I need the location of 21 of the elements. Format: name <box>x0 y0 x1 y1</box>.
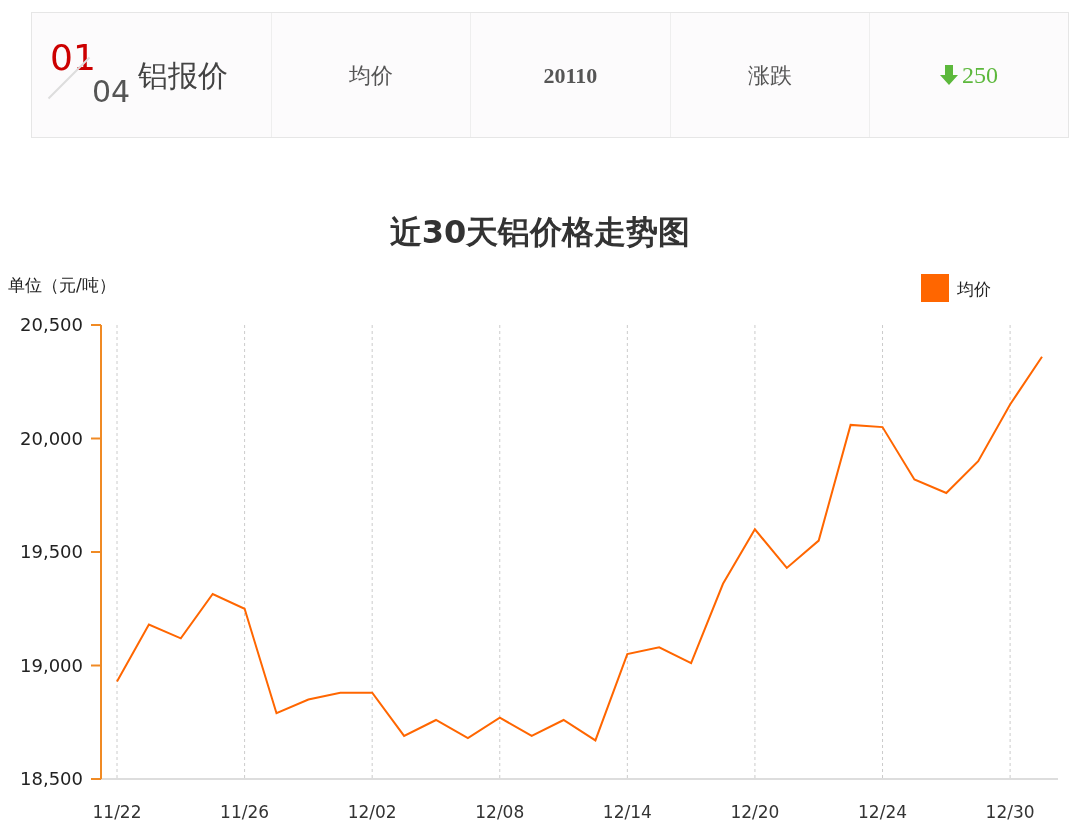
x-tick-label: 11/26 <box>220 802 270 822</box>
y-tick-label: 18,500 <box>20 768 83 789</box>
x-tick-label: 11/22 <box>92 802 142 822</box>
avg-value: 20110 <box>543 61 598 90</box>
axis-unit-label: 单位（元/吨） <box>8 275 116 295</box>
x-tick-label: 12/24 <box>858 802 907 822</box>
y-tick-label: 20,000 <box>20 427 83 449</box>
x-tick-label: 12/02 <box>347 802 397 822</box>
change-label: 涨跌 <box>747 61 792 90</box>
legend-label: 均价 <box>957 279 991 299</box>
chart-title: 近30天铝价格走势图 <box>389 213 691 251</box>
y-tick-label: 20,500 <box>20 314 83 335</box>
avg-label: 均价 <box>349 61 394 90</box>
y-tick-label: 19,000 <box>20 654 83 676</box>
x-tick-label: 12/20 <box>730 802 780 822</box>
x-tick-label: 12/08 <box>475 802 525 822</box>
y-tick-label: 19,500 <box>20 541 83 562</box>
x-tick-label: 12/14 <box>602 802 652 822</box>
header-title: 铝报价 <box>138 56 228 95</box>
x-tick-label: 12/30 <box>985 802 1035 822</box>
change-value: 250 <box>961 61 998 90</box>
